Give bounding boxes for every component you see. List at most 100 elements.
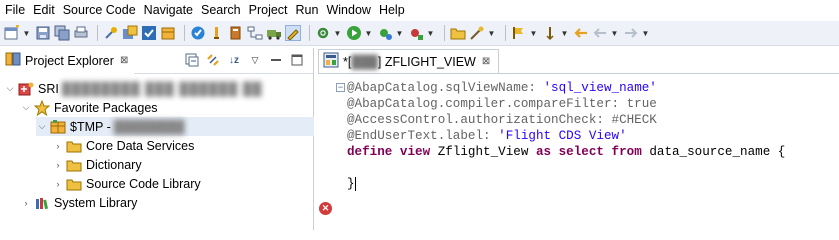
connect-icon[interactable] xyxy=(103,25,119,41)
settings-icon[interactable] xyxy=(315,25,331,41)
debug-dropdown-icon[interactable]: ▼ xyxy=(396,29,404,38)
view-menu-icon[interactable]: ▽ xyxy=(247,52,263,68)
menu-help[interactable]: Help xyxy=(374,0,405,20)
expanded-chevron-icon[interactable]: ⌵ xyxy=(36,121,48,132)
code-line-3: @AccessControl.authorizationCheck: #CHEC… xyxy=(347,112,785,128)
toolbar-separator xyxy=(505,25,506,41)
folder-icon xyxy=(66,138,82,154)
annotation-nav-icon[interactable] xyxy=(511,25,527,41)
save-all-icon[interactable] xyxy=(54,25,70,41)
hierarchy-icon[interactable] xyxy=(247,25,263,41)
pin-icon[interactable] xyxy=(209,25,225,41)
wand-dropdown-icon[interactable]: ▼ xyxy=(488,29,496,38)
project-explorer-tab[interactable]: Project Explorer ⊠ xyxy=(0,47,135,74)
editor-tab-system-redacted: ███ xyxy=(351,54,378,69)
run-dropdown-icon[interactable]: ▼ xyxy=(365,29,373,38)
error-marker-icon[interactable]: ✕ xyxy=(319,202,332,215)
new-icon[interactable] xyxy=(4,25,20,41)
settings-dropdown-icon[interactable]: ▼ xyxy=(334,29,342,38)
debug-icon[interactable] xyxy=(377,25,393,41)
collapsed-chevron-icon[interactable]: › xyxy=(20,198,32,208)
minimize-icon[interactable] xyxy=(268,52,284,68)
menu-search[interactable]: Search xyxy=(196,0,241,20)
link-with-editor-icon[interactable] xyxy=(205,52,221,68)
close-icon[interactable]: ⊠ xyxy=(120,55,128,66)
keyword: as select from xyxy=(535,145,650,159)
project-name: SRI xyxy=(38,81,59,96)
menu-file[interactable]: File xyxy=(0,0,25,20)
editor-tab-title: ] ZFLIGHT_VIEW xyxy=(377,54,476,69)
toolbar-separator xyxy=(97,25,98,41)
next-annotation-dropdown-icon[interactable]: ▼ xyxy=(561,29,569,38)
project-explorer-tabbar: Project Explorer ⊠ ↓z ▽ xyxy=(0,47,313,74)
tree-item-project[interactable]: ⌵ SRI ████████ ███ ██████ ██ xyxy=(4,79,263,98)
collapsed-chevron-icon[interactable]: › xyxy=(52,160,64,170)
forward-dropdown-icon[interactable]: ▼ xyxy=(642,29,650,38)
activate-icon[interactable] xyxy=(141,25,157,41)
view-name: Zflight_View xyxy=(437,145,536,159)
book-icon[interactable] xyxy=(228,25,244,41)
package-icon[interactable] xyxy=(160,25,176,41)
maximize-icon[interactable] xyxy=(289,52,305,68)
wand-icon[interactable] xyxy=(469,25,485,41)
menu-window[interactable]: Window xyxy=(321,0,370,20)
library-icon xyxy=(34,195,50,211)
package-icon xyxy=(50,119,66,135)
system-library-label: System Library xyxy=(54,195,138,210)
menu-source-code[interactable]: Source Code xyxy=(58,0,136,20)
menu-project[interactable]: Project xyxy=(244,0,288,20)
tree-item-core-data-services[interactable]: › Core Data Services xyxy=(52,136,195,155)
annotation-text: @AbapCatalog.sqlViewName: xyxy=(347,81,544,95)
code-editor[interactable]: ✕ − @AbapCatalog.sqlViewName: 'sql_view_… xyxy=(318,74,839,230)
menu-edit[interactable]: Edit xyxy=(28,0,55,20)
external-tools-icon[interactable] xyxy=(408,25,424,41)
back-dropdown-icon[interactable]: ▼ xyxy=(611,29,619,38)
menu-run[interactable]: Run xyxy=(291,0,319,20)
sort-az-icon[interactable]: ↓z xyxy=(226,52,242,68)
transport-icon[interactable] xyxy=(266,25,282,41)
toolbar-separator xyxy=(309,25,310,41)
back-icon[interactable] xyxy=(592,25,608,41)
collapsed-chevron-icon[interactable]: › xyxy=(52,179,64,189)
last-edit-icon[interactable] xyxy=(573,25,589,41)
tmp-package-owner-redacted: ████████ xyxy=(113,119,185,134)
save-icon[interactable] xyxy=(35,25,51,41)
toolbar-separator xyxy=(444,25,445,41)
abap-project-icon xyxy=(18,81,34,97)
open-object-icon[interactable] xyxy=(122,25,138,41)
tree-item-system-library[interactable]: › System Library xyxy=(20,193,138,212)
expanded-chevron-icon[interactable]: ⌵ xyxy=(20,102,32,113)
collapsed-chevron-icon[interactable]: › xyxy=(52,141,64,151)
editor-tab-zflight-view[interactable]: *[ ███ ] ZFLIGHT_VIEW ⊠ xyxy=(318,49,500,73)
tree-item-dictionary[interactable]: › Dictionary xyxy=(52,155,142,174)
menu-navigate[interactable]: Navigate xyxy=(139,0,193,20)
next-annotation-icon[interactable] xyxy=(542,25,558,41)
print-icon[interactable] xyxy=(73,25,89,41)
annotation-nav-dropdown-icon[interactable]: ▼ xyxy=(530,29,538,38)
string-literal: 'sql_view_name' xyxy=(543,81,657,95)
code-line-7: } xyxy=(347,176,785,192)
expanded-chevron-icon[interactable]: ⌵ xyxy=(4,83,16,94)
forward-icon[interactable] xyxy=(623,25,639,41)
external-tools-dropdown-icon[interactable]: ▼ xyxy=(427,29,435,38)
new-dropdown-icon[interactable]: ▼ xyxy=(23,29,31,38)
tree-item-source-code-library[interactable]: › Source Code Library xyxy=(52,174,201,193)
open-folder-icon[interactable] xyxy=(450,25,466,41)
annotation-text: @AbapCatalog.compiler.compareFilter: tru… xyxy=(347,97,657,111)
fold-collapse-icon[interactable]: − xyxy=(336,83,345,92)
data-source: data_source_name { xyxy=(649,145,786,159)
project-host-redacted: ████████ ███ ██████ ██ xyxy=(61,81,263,96)
edit-icon[interactable] xyxy=(285,25,301,41)
check-icon[interactable] xyxy=(190,25,206,41)
main-toolbar: ▼ ▼ ▼ ▼ ▼ ▼ ▼ ▼ ▼ ▼ xyxy=(0,21,839,46)
close-icon[interactable]: ⊠ xyxy=(482,56,490,67)
code-line-5: define view Zflight_View as select from … xyxy=(347,144,785,160)
tree-item-favorite-packages[interactable]: ⌵ Favorite Packages xyxy=(20,98,158,117)
collapse-all-icon[interactable] xyxy=(184,52,200,68)
editor-gutter: ✕ xyxy=(318,74,340,230)
project-explorer-panel: Project Explorer ⊠ ↓z ▽ ⌵ SRI ████████ █… xyxy=(0,47,314,230)
run-icon[interactable] xyxy=(346,25,362,41)
keyword: define view xyxy=(347,145,438,159)
folder-label: Source Code Library xyxy=(86,176,201,191)
tree-item-tmp-package[interactable]: ⌵ $TMP - ████████ xyxy=(36,117,314,136)
